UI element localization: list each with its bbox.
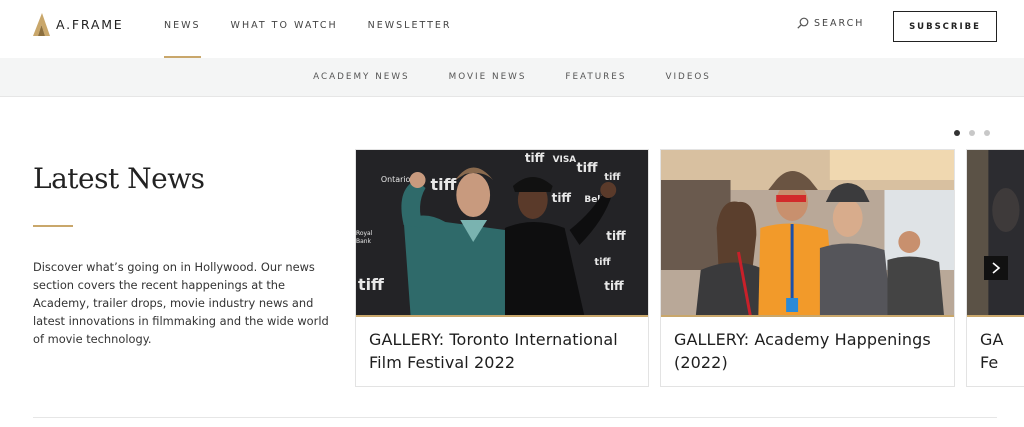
- nav-item-what-to-watch[interactable]: WHAT TO WATCH: [231, 0, 338, 58]
- a-frame-logo-icon: [33, 13, 50, 36]
- news-card-title[interactable]: GA Fe: [980, 328, 1012, 374]
- subscribe-button[interactable]: SUBSCRIBE: [893, 11, 997, 42]
- news-card-photo: [967, 150, 1024, 316]
- svg-text:Bank: Bank: [356, 238, 371, 245]
- subnav-item-academy-news[interactable]: ACADEMY NEWS: [313, 72, 410, 82]
- news-card-photo: tiff tiff VISA tiff tiff Bell tiff tiff …: [356, 150, 648, 316]
- sub-navigation: ACADEMY NEWS MOVIE NEWS FEATURES VIDEOS: [0, 58, 1024, 97]
- subnav-item-movie-news[interactable]: MOVIE NEWS: [449, 72, 527, 82]
- subnav-item-features[interactable]: FEATURES: [565, 72, 626, 82]
- main-nav: NEWS WHAT TO WATCH NEWSLETTER: [164, 0, 482, 58]
- card-accent-line: [356, 315, 648, 317]
- nav-item-news[interactable]: NEWS: [164, 0, 201, 58]
- title-divider: [33, 225, 73, 227]
- svg-text:Ontario: Ontario: [381, 175, 411, 184]
- nav-item-newsletter[interactable]: NEWSLETTER: [368, 0, 452, 58]
- svg-text:tiff: tiff: [525, 151, 545, 165]
- svg-text:tiff: tiff: [552, 191, 572, 205]
- carousel-dot-1[interactable]: [954, 130, 960, 136]
- svg-text:tiff: tiff: [430, 175, 457, 194]
- carousel-pager: [954, 130, 999, 136]
- svg-text:tiff: tiff: [604, 172, 621, 183]
- top-navigation-bar: A.FRAME NEWS WHAT TO WATCH NEWSLETTER SE…: [0, 0, 1024, 58]
- news-card-title[interactable]: GALLERY: Academy Happenings (2022): [674, 328, 944, 374]
- page-title: Latest News: [33, 162, 205, 195]
- svg-text:tiff: tiff: [594, 257, 611, 268]
- svg-text:Royal: Royal: [356, 230, 373, 237]
- card-accent-line: [967, 315, 1024, 317]
- logo[interactable]: A.FRAME: [33, 13, 124, 36]
- news-card-title[interactable]: GALLERY: Toronto International Film Fest…: [369, 328, 638, 374]
- intro-description: Discover what’s going on in Hollywood. O…: [33, 260, 329, 346]
- academy-happenings-photo: [661, 150, 954, 316]
- search-button[interactable]: SEARCH: [797, 17, 864, 29]
- chevron-right-icon: [992, 262, 1001, 274]
- svg-text:tiff: tiff: [606, 229, 626, 243]
- subnav-item-videos[interactable]: VIDEOS: [665, 72, 710, 82]
- news-card-academy-happenings[interactable]: GALLERY: Academy Happenings (2022): [660, 149, 955, 387]
- svg-text:VISA: VISA: [553, 155, 577, 165]
- news-card-photo: [661, 150, 954, 316]
- tiff-red-carpet-photo: tiff tiff VISA tiff tiff Bell tiff tiff …: [356, 150, 648, 316]
- section-divider: [33, 417, 997, 418]
- card-accent-line: [661, 315, 954, 317]
- search-icon: [797, 17, 809, 29]
- news-card-tiff-gallery[interactable]: tiff tiff VISA tiff tiff Bell tiff tiff …: [355, 149, 649, 387]
- svg-text:tiff: tiff: [358, 275, 385, 294]
- partial-news-photo: [967, 150, 1024, 316]
- carousel-dot-3[interactable]: [984, 130, 990, 136]
- carousel-dot-2[interactable]: [969, 130, 975, 136]
- carousel-next-button[interactable]: [984, 256, 1008, 280]
- svg-text:tiff: tiff: [576, 161, 598, 176]
- search-label: SEARCH: [814, 17, 865, 29]
- svg-text:tiff: tiff: [604, 279, 624, 293]
- logo-text: A.FRAME: [56, 17, 124, 32]
